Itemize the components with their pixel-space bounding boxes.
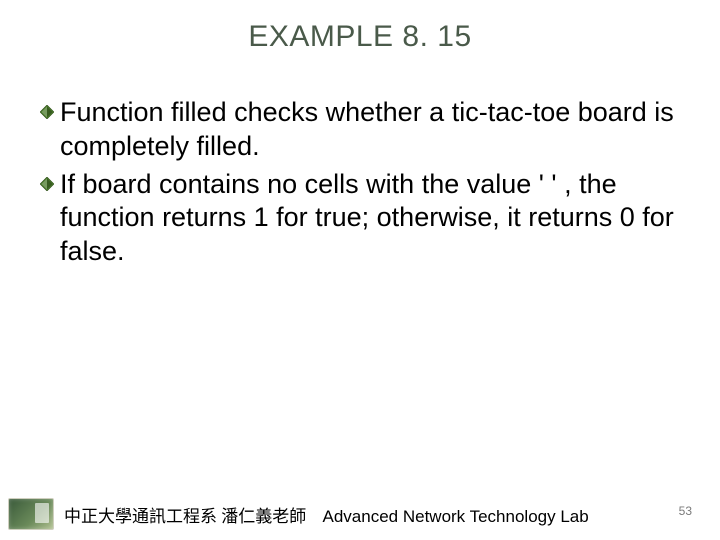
bullet-item: If board contains no cells with the valu… [40, 168, 690, 269]
bullet-text: Function filled checks whether a tic-tac… [60, 96, 690, 164]
footer-lab: Advanced Network Technology Lab [323, 507, 589, 526]
slide-content: Function filled checks whether a tic-tac… [0, 54, 720, 269]
page-number: 53 [679, 504, 692, 518]
footer-text: 中正大學通訊工程系 潘仁義老師 Advanced Network Technol… [64, 502, 589, 527]
diamond-bullet-icon [40, 105, 54, 119]
footer-org: 中正大學通訊工程系 潘仁義老師 [64, 507, 306, 526]
slide-footer: 中正大學通訊工程系 潘仁義老師 Advanced Network Technol… [0, 496, 720, 532]
diamond-bullet-icon [40, 177, 54, 191]
bullet-text: If board contains no cells with the valu… [60, 168, 690, 269]
slide-title: EXAMPLE 8. 15 [0, 0, 720, 54]
bullet-item: Function filled checks whether a tic-tac… [40, 96, 690, 164]
slide: EXAMPLE 8. 15 Function filled checks whe… [0, 0, 720, 540]
lab-logo-icon [8, 498, 54, 530]
